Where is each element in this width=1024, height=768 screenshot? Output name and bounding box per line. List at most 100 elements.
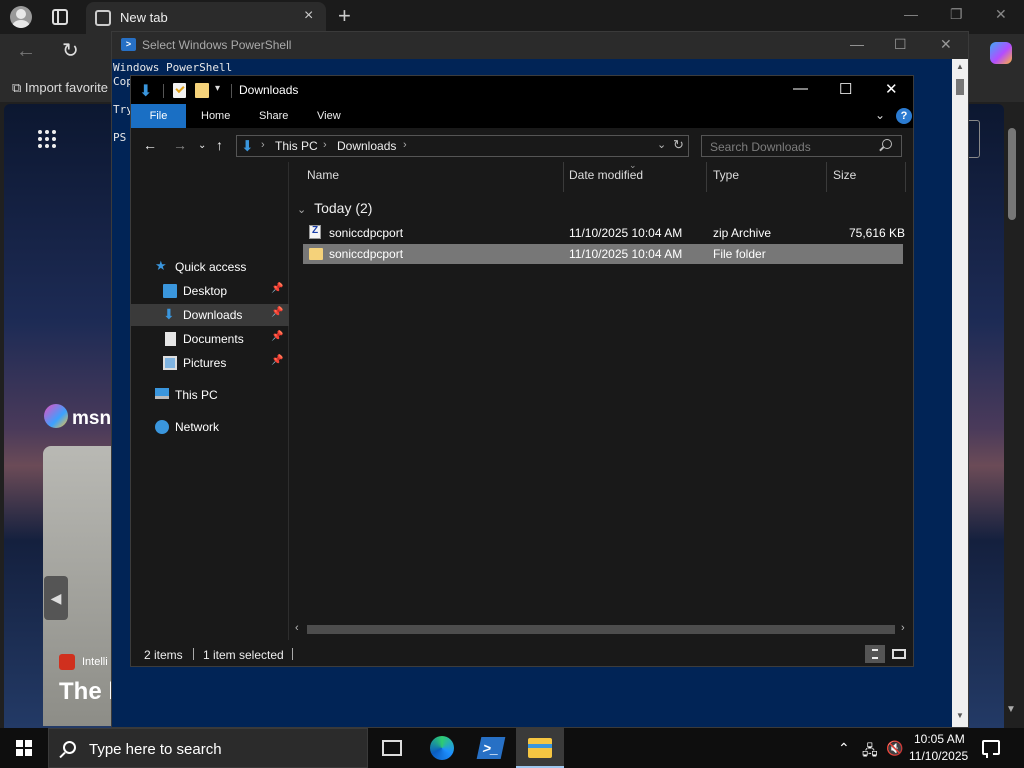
customize-quick-access-icon[interactable]: ▾ [215, 83, 220, 94]
nav-quick-access[interactable]: ★ Quick access [131, 256, 289, 278]
address-dropdown-icon[interactable]: ⌄ [657, 138, 666, 151]
refresh-icon[interactable]: ↻ [673, 137, 684, 153]
column-divider[interactable] [706, 162, 707, 192]
recent-locations-icon[interactable]: ⌄ [198, 140, 206, 151]
explorer-titlebar[interactable]: ⬇ ▾ Downloads — ☐ ✕ [131, 76, 913, 104]
nav-pictures[interactable]: Pictures 📌 [131, 352, 289, 374]
scroll-up-icon[interactable]: ▲ [956, 62, 964, 71]
profile-avatar-icon[interactable] [10, 6, 32, 28]
large-icons-view-icon[interactable] [889, 645, 909, 663]
powershell-maximize-icon[interactable]: ☐ [894, 36, 907, 53]
new-folder-icon[interactable] [195, 83, 209, 98]
details-view-icon[interactable] [865, 645, 885, 663]
explorer-maximize-icon[interactable]: ☐ [839, 80, 852, 98]
explorer-minimize-icon[interactable]: — [793, 80, 808, 97]
column-divider[interactable] [563, 162, 564, 192]
back-arrow-icon[interactable]: ← [143, 137, 157, 153]
explorer-close-icon[interactable]: ✕ [885, 80, 898, 98]
powershell-icon: >_ [476, 737, 506, 759]
nav-label: Network [175, 420, 220, 434]
copilot-icon[interactable] [990, 42, 1012, 64]
qa-divider [231, 84, 232, 98]
task-view-button[interactable] [368, 728, 416, 768]
column-divider[interactable] [826, 162, 827, 192]
group-header-today[interactable]: ⌄ Today (2) [297, 200, 372, 216]
column-type[interactable]: Type [713, 168, 825, 192]
column-size[interactable]: Size [833, 168, 903, 192]
carousel-prev-icon[interactable]: ◀ [44, 576, 68, 620]
nav-this-pc[interactable]: This PC [131, 384, 289, 406]
scroll-left-icon[interactable]: ‹ [295, 622, 299, 634]
pin-icon: 📌 [271, 307, 284, 318]
console-prompt[interactable]: PS [113, 131, 126, 144]
taskbar-search-box[interactable]: Type here to search [48, 728, 368, 768]
taskbar-file-explorer[interactable] [516, 728, 564, 768]
back-arrow-icon[interactable]: ← [16, 40, 36, 63]
breadcrumb-downloads[interactable]: Downloads [337, 139, 396, 153]
file-name: soniccdpcport [329, 226, 404, 240]
file-row[interactable]: soniccdpcport 11/10/2025 10:04 AM zip Ar… [303, 223, 905, 243]
column-name-label: Name [307, 168, 340, 182]
import-favorites-link[interactable]: ⧉ Import favorite [12, 80, 108, 96]
notification-center-icon[interactable] [982, 740, 1000, 758]
close-tab-icon[interactable]: × [304, 7, 313, 25]
horizontal-scroll-thumb[interactable] [307, 625, 895, 634]
tab-view[interactable]: View [317, 104, 341, 128]
taskbar-edge[interactable] [418, 728, 466, 768]
browser-restore-icon[interactable]: ❐ [950, 6, 963, 23]
powershell-minimize-icon[interactable]: — [850, 36, 864, 52]
up-arrow-icon[interactable]: ↑ [216, 137, 223, 153]
windows-start-icon[interactable] [16, 740, 32, 756]
tab-share[interactable]: Share [259, 104, 288, 128]
browser-tab-new-tab[interactable]: New tab × [86, 2, 326, 34]
nav-label: This PC [175, 388, 218, 402]
properties-icon[interactable] [173, 83, 186, 98]
new-tab-icon[interactable]: + [338, 3, 351, 29]
horizontal-scrollbar[interactable]: ‹ › [291, 620, 913, 638]
powershell-scroll-thumb[interactable] [956, 79, 964, 95]
clock-date[interactable]: 11/10/2025 [909, 749, 968, 763]
powershell-close-icon[interactable]: ✕ [940, 36, 952, 53]
tab-actions-icon[interactable] [52, 9, 68, 25]
show-hidden-icons-icon[interactable]: ⌃ [838, 740, 850, 757]
expand-ribbon-icon[interactable]: ⌄ [875, 108, 885, 122]
column-date-modified[interactable]: Date modified [569, 168, 705, 192]
tab-file[interactable]: File [131, 104, 186, 128]
address-bar[interactable]: ⬇ › This PC › Downloads › ⌄ ↻ [236, 135, 689, 157]
scroll-down-icon[interactable]: ▼ [956, 711, 964, 720]
downloads-location-icon: ⬇ [241, 138, 254, 155]
network-tray-icon[interactable]: 🖧 [862, 740, 878, 764]
reload-icon[interactable]: ↻ [62, 38, 79, 63]
help-icon[interactable]: ? [896, 108, 912, 124]
nav-network[interactable]: Network [131, 416, 289, 438]
search-box[interactable]: Search Downloads [701, 135, 902, 157]
browser-close-icon[interactable]: ✕ [995, 6, 1007, 23]
network-icon [155, 420, 169, 434]
breadcrumb-this-pc[interactable]: This PC [275, 139, 318, 153]
scroll-right-icon[interactable]: › [901, 622, 905, 634]
tab-home[interactable]: Home [201, 104, 230, 128]
browser-minimize-icon[interactable]: — [904, 6, 918, 22]
volume-muted-icon[interactable]: 🔇 [886, 740, 903, 757]
clock-time[interactable]: 10:05 AM [914, 732, 965, 746]
column-name[interactable]: Name [307, 168, 561, 192]
taskbar-powershell[interactable]: >_ [467, 728, 515, 768]
search-icon [882, 139, 892, 149]
column-divider[interactable] [905, 162, 906, 192]
breadcrumb-chevron-icon[interactable]: › [403, 139, 407, 151]
nav-desktop[interactable]: Desktop 📌 [131, 280, 289, 302]
browser-scroll-down-icon[interactable]: ▼ [1006, 704, 1016, 715]
forward-arrow-icon[interactable]: → [173, 137, 187, 153]
browser-scrollbar-thumb[interactable] [1008, 128, 1016, 220]
pictures-icon [163, 356, 177, 370]
nav-downloads[interactable]: ⬇ Downloads 📌 [131, 304, 289, 326]
powershell-scrollbar[interactable]: ▲ ▼ [952, 59, 968, 727]
file-row-selected[interactable]: soniccdpcport 11/10/2025 10:04 AM File f… [303, 244, 903, 264]
breadcrumb-chevron-icon[interactable]: › [261, 139, 265, 151]
apps-grid-icon[interactable] [38, 130, 58, 150]
nav-documents[interactable]: Documents 📌 [131, 328, 289, 350]
folder-icon [309, 248, 323, 260]
powershell-titlebar[interactable]: > Select Windows PowerShell — ☐ ✕ [112, 32, 968, 59]
breadcrumb-chevron-icon[interactable]: › [323, 139, 327, 151]
collapse-group-icon[interactable]: ⌄ [297, 204, 306, 216]
